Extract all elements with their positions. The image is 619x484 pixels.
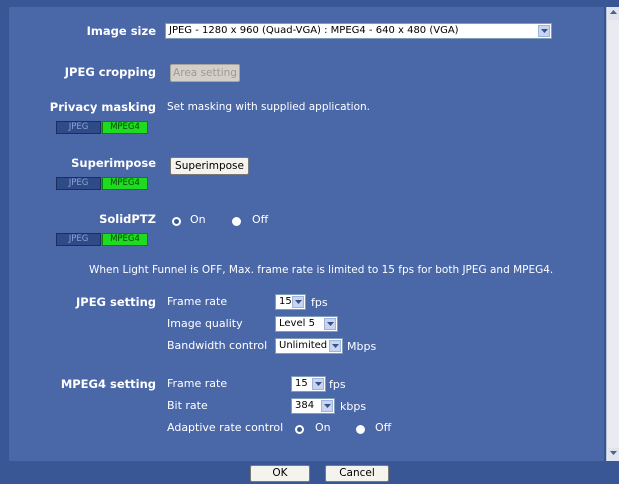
jpeg-setting-label: JPEG setting: [75, 295, 156, 309]
solidptz-off-label: Off: [252, 213, 269, 226]
bit-rate-label: Bit rate: [167, 399, 208, 412]
jpeg-fps-unit: fps: [311, 296, 328, 309]
chevron-down-icon[interactable]: [329, 340, 341, 352]
image-quality-select[interactable]: Level 5: [275, 316, 338, 332]
chevron-down-icon[interactable]: [321, 400, 333, 412]
mpeg4-tag: MPEG4: [102, 121, 148, 134]
bit-rate-kbps-unit: kbps: [340, 400, 367, 413]
image-size-value: JPEG - 1280 x 960 (Quad-VGA) : MPEG4 - 6…: [169, 25, 459, 36]
cancel-button[interactable]: Cancel: [325, 465, 389, 482]
mpeg4-frame-rate-value: 15: [295, 378, 308, 389]
jpeg-frame-rate-label: Frame rate: [167, 295, 228, 308]
image-size-select[interactable]: JPEG - 1280 x 960 (Quad-VGA) : MPEG4 - 6…: [165, 23, 552, 39]
chevron-down-icon[interactable]: [324, 318, 336, 330]
jpeg-frame-rate-value: 15: [279, 296, 292, 307]
solidptz-on-radio[interactable]: [172, 217, 181, 226]
scroll-up-icon[interactable]: [608, 7, 619, 20]
footer-bar: OK Cancel: [0, 461, 619, 484]
bit-rate-select[interactable]: 384: [291, 398, 335, 414]
mpeg4-fps-unit: fps: [329, 378, 346, 391]
jpeg-frame-rate-select[interactable]: 15: [275, 294, 306, 310]
adaptive-rate-off-radio[interactable]: [356, 425, 365, 434]
mpeg4-setting-label: MPEG4 setting: [60, 377, 156, 391]
jpeg-tag: JPEG: [56, 177, 101, 190]
solidptz-off-radio[interactable]: [232, 217, 241, 226]
bandwidth-control-label: Bandwidth control: [167, 339, 268, 352]
bandwidth-mbps-unit: Mbps: [347, 340, 377, 353]
superimpose-button[interactable]: Superimpose: [170, 157, 249, 175]
chevron-down-icon[interactable]: [292, 296, 304, 308]
privacy-masking-label: Privacy masking: [49, 100, 156, 114]
superimpose-tags: JPEG MPEG4: [56, 177, 148, 190]
ok-button[interactable]: OK: [250, 465, 310, 482]
mpeg4-tag: MPEG4: [102, 177, 148, 190]
mpeg4-tag: MPEG4: [102, 233, 148, 246]
bit-rate-value: 384: [295, 400, 315, 411]
adaptive-rate-off-label: Off: [375, 421, 392, 434]
light-funnel-note: When Light Funnel is OFF, Max. frame rat…: [89, 264, 554, 276]
image-size-label: Image size: [86, 24, 156, 38]
superimpose-label: Superimpose: [71, 156, 156, 170]
chevron-down-icon[interactable]: [538, 25, 550, 37]
privacy-masking-tags: JPEG MPEG4: [56, 121, 148, 134]
vertical-scrollbar[interactable]: [606, 7, 619, 461]
mpeg4-frame-rate-label: Frame rate: [167, 377, 228, 390]
settings-panel: Image size JPEG - 1280 x 960 (Quad-VGA) …: [9, 7, 604, 461]
image-quality-value: Level 5: [279, 318, 315, 329]
adaptive-rate-on-label: On: [315, 421, 331, 434]
bandwidth-control-value: Unlimited: [279, 340, 328, 351]
adaptive-rate-control-label: Adaptive rate control: [167, 421, 284, 434]
solidptz-label: SolidPTZ: [99, 212, 156, 226]
scroll-down-icon[interactable]: [608, 448, 619, 461]
solidptz-tags: JPEG MPEG4: [56, 233, 148, 246]
adaptive-rate-on-radio[interactable]: [295, 425, 304, 434]
mpeg4-frame-rate-select[interactable]: 15: [291, 376, 326, 392]
area-setting-button[interactable]: Area setting: [170, 64, 240, 82]
jpeg-tag: JPEG: [56, 121, 101, 134]
bandwidth-control-select[interactable]: Unlimited: [275, 338, 343, 354]
jpeg-tag: JPEG: [56, 233, 101, 246]
image-quality-label: Image quality: [167, 317, 243, 330]
settings-window: Image size JPEG - 1280 x 960 (Quad-VGA) …: [0, 0, 619, 484]
solidptz-on-label: On: [190, 213, 206, 226]
chevron-down-icon[interactable]: [312, 378, 324, 390]
privacy-masking-text: Set masking with supplied application.: [167, 101, 370, 113]
jpeg-cropping-label: JPEG cropping: [64, 65, 156, 79]
